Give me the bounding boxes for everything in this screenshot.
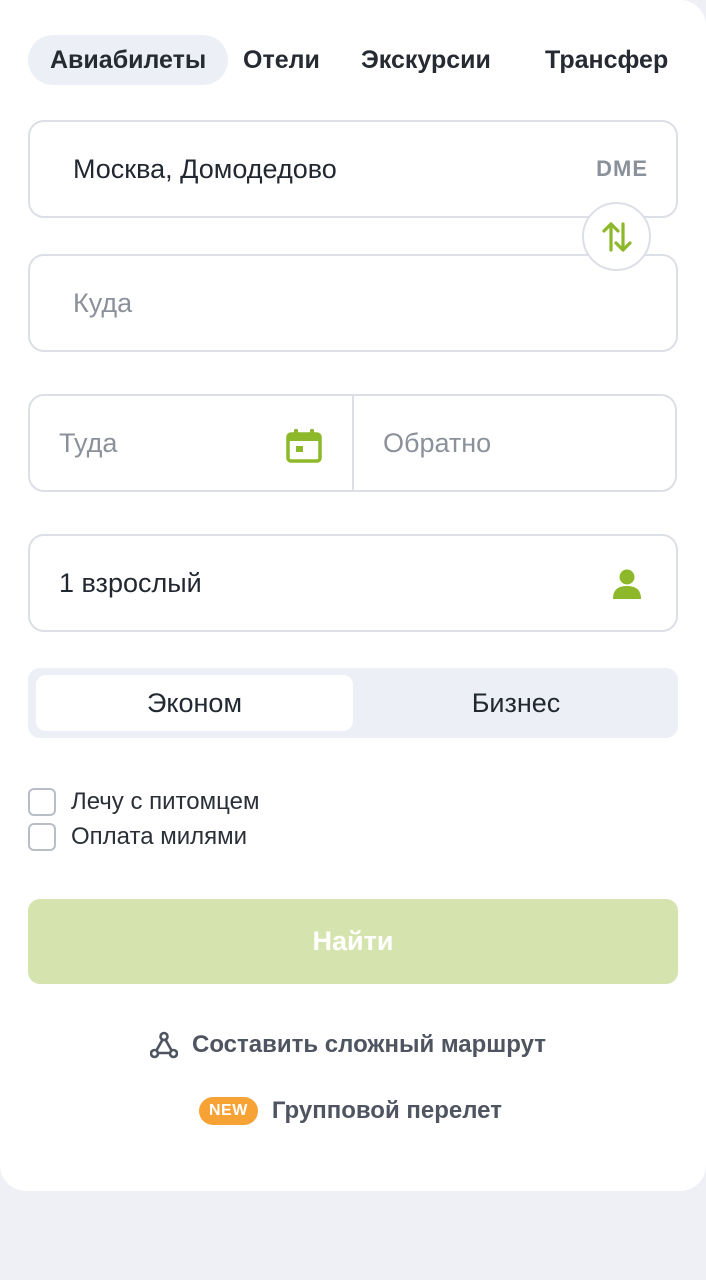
group-flight-label: Групповой перелет xyxy=(271,1097,502,1124)
new-badge: NEW xyxy=(199,1097,258,1125)
cabin-class-selector: Эконом Бизнес xyxy=(28,668,678,738)
calendar-icon xyxy=(286,429,322,463)
complex-route-link[interactable]: Составить сложный маршрут xyxy=(150,1030,546,1060)
swap-button[interactable] xyxy=(582,202,651,271)
group-flight-link[interactable]: NEW Групповой перелет xyxy=(199,1096,502,1126)
depart-date-field[interactable]: Туда xyxy=(30,396,352,490)
service-tabs: Авиабилеты Отели Экскурсии Трансфер xyxy=(28,35,678,85)
depart-placeholder: Туда xyxy=(59,428,118,458)
route-icon xyxy=(150,1031,178,1059)
tab-excursions[interactable]: Экскурсии xyxy=(339,35,513,85)
swap-vertical-icon xyxy=(601,221,632,252)
return-date-field[interactable]: Обратно xyxy=(354,396,677,490)
person-icon xyxy=(613,569,641,599)
pet-checkbox[interactable] xyxy=(28,788,56,816)
option-miles[interactable]: Оплата милями xyxy=(28,823,247,851)
pet-label: Лечу с питомцем xyxy=(71,788,260,815)
from-value: Москва, Домодедово xyxy=(73,154,337,184)
tab-transfer[interactable]: Трансфер xyxy=(523,35,690,85)
dates-field: Туда Обратно xyxy=(28,394,677,492)
search-form-card: Авиабилеты Отели Экскурсии Трансфер Моск… xyxy=(0,0,706,1191)
option-pet[interactable]: Лечу с питомцем xyxy=(28,788,259,816)
tab-flights[interactable]: Авиабилеты xyxy=(28,35,229,85)
complex-route-label: Составить сложный маршрут xyxy=(192,1031,547,1058)
tab-hotels[interactable]: Отели xyxy=(221,35,342,85)
to-field[interactable]: Куда xyxy=(28,254,678,352)
miles-label: Оплата милями xyxy=(71,823,248,850)
search-button[interactable]: Найти xyxy=(28,899,678,984)
to-placeholder: Куда xyxy=(73,288,133,318)
miles-checkbox[interactable] xyxy=(28,823,56,851)
cabin-business[interactable]: Бизнес xyxy=(361,675,671,731)
cabin-economy[interactable]: Эконом xyxy=(36,675,353,731)
passengers-field[interactable]: 1 взрослый xyxy=(28,534,678,632)
return-placeholder: Обратно xyxy=(383,428,492,458)
from-field[interactable]: Москва, Домодедово DME xyxy=(28,120,678,218)
passengers-value: 1 взрослый xyxy=(59,568,202,598)
